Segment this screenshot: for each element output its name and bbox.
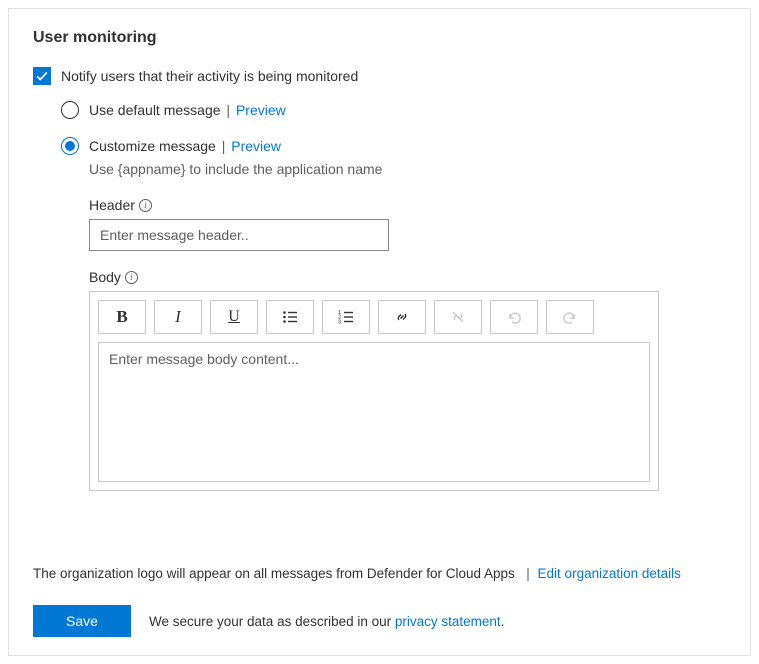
unlink-icon (450, 309, 466, 325)
radio-default-label: Use default message (89, 102, 221, 118)
custom-hint: Use {appname} to include the application… (89, 161, 726, 177)
notify-checkbox-row: Notify users that their activity is bein… (33, 67, 726, 85)
logo-notice-text: The organization logo will appear on all… (33, 566, 515, 581)
link-icon (394, 309, 410, 325)
underline-button[interactable]: U (210, 300, 258, 334)
separator: | (519, 566, 534, 581)
numbered-list-icon: 123 (338, 309, 354, 325)
italic-icon: I (175, 307, 181, 327)
header-input[interactable] (89, 219, 389, 251)
undo-icon (506, 309, 522, 325)
body-label: Body (89, 269, 121, 285)
radio-custom-label: Customize message (89, 138, 216, 154)
redo-icon (562, 309, 578, 325)
separator: | (226, 102, 234, 118)
undo-button (490, 300, 538, 334)
bullet-list-button[interactable] (266, 300, 314, 334)
notify-checkbox[interactable] (33, 67, 51, 85)
bold-button[interactable]: B (98, 300, 146, 334)
bullet-list-icon (282, 309, 298, 325)
header-group: Header i (89, 197, 726, 251)
footer-bar: Save We secure your data as described in… (9, 591, 750, 655)
info-icon[interactable]: i (125, 271, 138, 284)
radio-default[interactable] (61, 101, 79, 119)
save-button[interactable]: Save (33, 605, 131, 637)
privacy-link[interactable]: privacy statement (395, 614, 501, 629)
header-label: Header (89, 197, 135, 213)
unlink-button (434, 300, 482, 334)
editor-toolbar: B I U 123 (90, 292, 658, 342)
bold-icon: B (116, 307, 127, 327)
underline-icon: U (228, 308, 240, 326)
user-monitoring-panel: User monitoring Notify users that their … (8, 8, 751, 656)
preview-default-link[interactable]: Preview (236, 102, 286, 118)
body-group: Body i B I U 123 (89, 269, 726, 491)
edit-org-link[interactable]: Edit organization details (538, 566, 681, 581)
check-icon (35, 69, 49, 83)
privacy-text: We secure your data as described in our … (149, 614, 504, 629)
option-custom: Customize message | Preview Use {appname… (61, 137, 726, 491)
info-icon[interactable]: i (139, 199, 152, 212)
notify-label: Notify users that their activity is bein… (61, 68, 358, 84)
logo-notice-row: The organization logo will appear on all… (33, 566, 681, 581)
body-editor[interactable]: Enter message body content... (98, 342, 650, 482)
option-default: Use default message | Preview (61, 101, 726, 119)
svg-text:3: 3 (338, 319, 341, 325)
italic-button[interactable]: I (154, 300, 202, 334)
redo-button (546, 300, 594, 334)
radio-group: Use default message | Preview Customize … (33, 101, 726, 491)
separator: | (222, 138, 230, 154)
radio-custom[interactable] (61, 137, 79, 155)
preview-custom-link[interactable]: Preview (231, 138, 281, 154)
numbered-list-button[interactable]: 123 (322, 300, 370, 334)
section-title: User monitoring (33, 29, 726, 47)
rich-editor: B I U 123 (89, 291, 659, 491)
link-button[interactable] (378, 300, 426, 334)
